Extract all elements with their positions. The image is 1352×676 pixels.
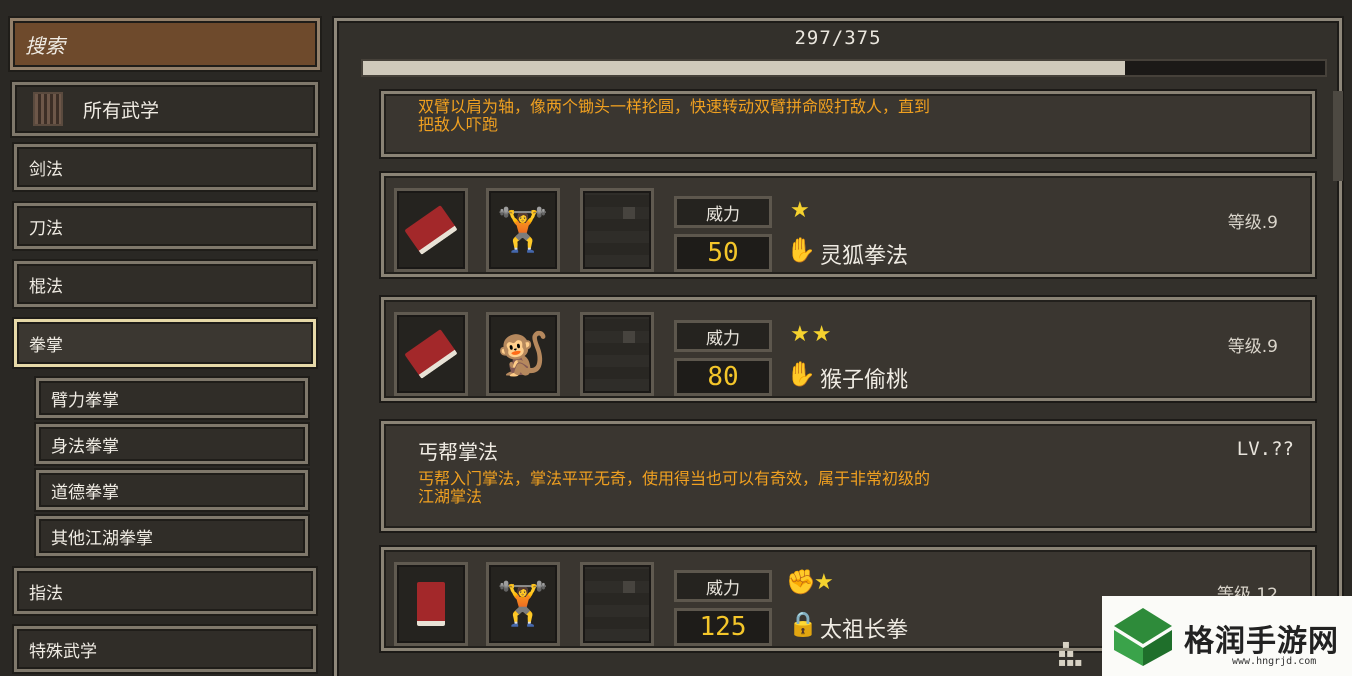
monkey-figure-icon: 🐒 <box>496 329 550 378</box>
book-slot[interactable] <box>394 562 468 646</box>
martial-art-info-card[interactable]: 丐帮掌法 LV.?? 丐帮入门掌法，掌法平平无奇，使用得当也可以有奇效，属于非常… <box>381 421 1315 531</box>
card-description-line: 把敌人吓跑 <box>418 115 499 134</box>
empty-tile-icon <box>585 193 649 267</box>
sidebar-subitem-strength[interactable]: 臂力拳掌 <box>36 378 308 418</box>
sidebar-item-label: 特殊武学 <box>29 641 97 662</box>
sidebar-subitem-morality[interactable]: 道德拳掌 <box>36 470 308 510</box>
empty-slot[interactable] <box>580 562 654 646</box>
empty-tile-icon <box>585 567 649 641</box>
sidebar-item-label: 身法拳掌 <box>51 436 119 457</box>
fist-icon: ✊ <box>786 568 816 596</box>
power-label: 威力 <box>674 320 772 352</box>
book-icon <box>404 329 458 379</box>
sidebar-subitem-other[interactable]: 其他江湖拳掌 <box>36 516 308 556</box>
all-martial-arts-icon <box>33 92 63 126</box>
coin-stack-icon: ▪ ▪▪ ▪▪▪ <box>1058 637 1083 669</box>
power-label: 威力 <box>674 196 772 228</box>
empty-tile-icon <box>585 317 649 391</box>
watermark-logo-icon <box>1114 608 1172 666</box>
book-slot[interactable] <box>394 188 468 272</box>
martial-art-card-partial[interactable]: 双臂以肩为轴，像两个锄头一样抡圆，快速转动双臂拼命殴打敌人，直到 把敌人吓跑 <box>381 91 1315 157</box>
rarity-stars: ★★ <box>790 322 834 347</box>
sidebar-item-fist-palm[interactable]: 拳掌 <box>14 319 316 367</box>
empty-slot[interactable] <box>580 312 654 396</box>
lock-icon: 🔒 <box>788 610 818 638</box>
book-icon <box>417 582 445 626</box>
sidebar-item-blade[interactable]: 刀法 <box>14 203 316 249</box>
level-text: 等级.9 <box>1227 213 1278 233</box>
info-level: LV.?? <box>1236 438 1294 460</box>
character-slot[interactable]: 🐒 <box>486 312 560 396</box>
book-icon <box>404 205 458 255</box>
power-value: 50 <box>674 234 772 272</box>
martial-art-card[interactable]: 🐒 威力 80 ★★ ✋ 猴子偷桃 等级.9 <box>381 297 1315 401</box>
card-description-line: 丐帮入门掌法，掌法平平无奇，使用得当也可以有奇效，属于非常初级的 <box>418 469 931 488</box>
card-description-line: 双臂以肩为轴，像两个锄头一样抡圆，快速转动双臂拼命殴打敌人，直到 <box>418 97 931 116</box>
palm-icon: ✋ <box>786 236 816 264</box>
sidebar-item-label: 所有武学 <box>83 99 160 122</box>
martial-art-name: 灵狐拳法 <box>820 244 909 269</box>
power-value: 125 <box>674 608 772 646</box>
progress-count: 297/375 <box>794 27 882 49</box>
power-label: 威力 <box>674 570 772 602</box>
sidebar-item-label: 臂力拳掌 <box>51 390 119 411</box>
rarity-stars: ★ <box>814 570 836 595</box>
muscle-figure-icon: 🏋 <box>496 579 550 628</box>
power-value: 80 <box>674 358 772 396</box>
rarity-stars: ★ <box>790 198 812 223</box>
empty-slot[interactable] <box>580 188 654 272</box>
sidebar-item-label: 拳掌 <box>29 335 63 356</box>
martial-art-card[interactable]: 🏋 威力 50 ★ ✋ 灵狐拳法 等级.9 <box>381 173 1315 277</box>
muscle-figure-icon: 🏋 <box>496 205 550 254</box>
sidebar-item-label: 棍法 <box>29 276 63 297</box>
sidebar-item-label: 道德拳掌 <box>51 482 119 503</box>
sidebar-item-finger[interactable]: 指法 <box>14 568 316 614</box>
scrollbar[interactable] <box>1333 91 1343 181</box>
info-title: 丐帮掌法 <box>418 440 498 464</box>
palm-icon: ✋ <box>786 360 816 388</box>
progress-bar-fill <box>363 61 1125 75</box>
martial-art-name: 猴子偷桃 <box>820 368 909 393</box>
martial-arts-list-panel: 297/375 双臂以肩为轴，像两个锄头一样抡圆，快速转动双臂拼命殴打敌人，直到… <box>334 18 1343 676</box>
level-text: 等级.9 <box>1227 337 1278 357</box>
search-label: 搜索 <box>25 33 65 58</box>
character-slot[interactable]: 🏋 <box>486 562 560 646</box>
sidebar-item-label: 剑法 <box>29 159 63 180</box>
progress-bar <box>361 59 1327 77</box>
book-slot[interactable] <box>394 312 468 396</box>
watermark-url: www.hngrjd.com <box>1232 656 1317 667</box>
sidebar-item-label: 指法 <box>29 583 63 604</box>
sidebar-item-sword[interactable]: 剑法 <box>14 144 316 190</box>
search-button[interactable]: 搜索 <box>10 18 320 70</box>
watermark-text: 格润手游网 <box>1184 624 1339 659</box>
card-description-line: 江湖掌法 <box>418 487 483 506</box>
martial-art-name: 太祖长拳 <box>820 618 909 643</box>
character-slot[interactable]: 🏋 <box>486 188 560 272</box>
sidebar-subitem-agility[interactable]: 身法拳掌 <box>36 424 308 464</box>
sidebar-item-special[interactable]: 特殊武学 <box>14 626 316 672</box>
sidebar-item-label: 其他江湖拳掌 <box>51 528 153 549</box>
sidebar-item-label: 刀法 <box>29 218 63 239</box>
watermark: 格润手游网 www.hngrjd.com <box>1102 596 1352 676</box>
sidebar-item-staff[interactable]: 棍法 <box>14 261 316 307</box>
sidebar-item-all[interactable]: 所有武学 <box>12 82 318 136</box>
